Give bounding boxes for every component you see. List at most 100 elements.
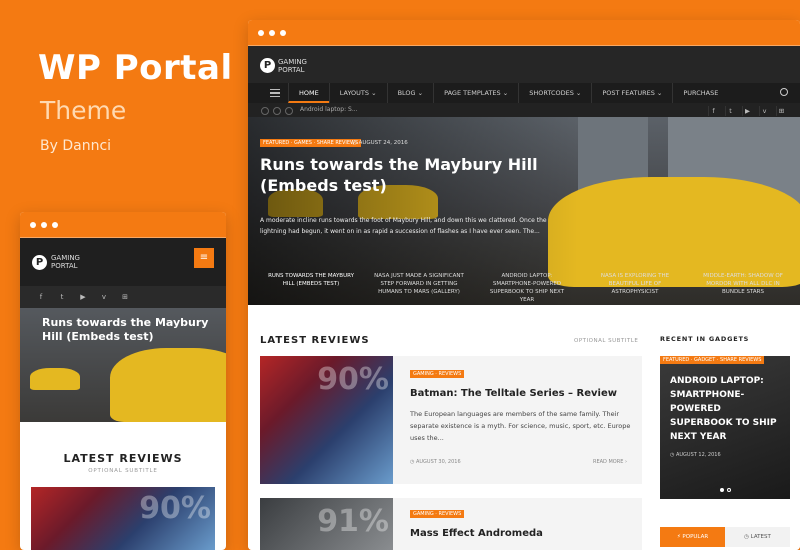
youtube-icon[interactable]: ▶ [77,291,89,303]
tab-popular[interactable]: ⚡ POPULAR [660,527,725,547]
slide-link[interactable]: RUNS TOWARDS THE MAYBURY HILL (EMBEDS TE… [266,272,356,288]
nav-label: PAGE TEMPLATES [444,89,501,97]
nav-item-purchase[interactable]: PURCHASE [672,83,728,103]
section-subtitle: OPTIONAL SUBTITLE [574,338,639,344]
twitter-icon[interactable]: t [725,106,735,116]
youtube-icon[interactable]: ▶ [742,106,752,116]
read-more-link[interactable]: READ MORE › [593,459,627,465]
carousel-dot[interactable] [727,488,731,492]
review-score: 90% [317,362,389,397]
nav-label: LAYOUTS [339,89,370,97]
nav-item-layouts[interactable]: LAYOUTS ⌄ [328,83,387,103]
twitter-icon[interactable]: t [56,291,68,303]
window-dot [258,29,264,36]
hero-taxi-image [548,177,800,287]
sidebar-title: RECENT IN GADGETS [660,335,750,343]
site-logo-icon[interactable]: P [260,58,275,73]
window-dot [269,29,275,36]
review-title[interactable]: Batman: The Telltale Series – Review [410,388,617,399]
hero-title[interactable]: Runs towards the Maybury Hill (Embeds te… [260,154,580,196]
mobile-hero[interactable]: Runs towards the Maybury Hill (Embeds te… [20,308,226,422]
carousel-dot[interactable] [720,488,724,492]
ticker-text[interactable]: Android laptop: S... [300,106,358,113]
hero-excerpt: A moderate incline runs towards the foot… [260,217,547,235]
site-logo-text[interactable]: GAMING PORTAL [278,58,307,74]
hero-taxi-image [110,348,226,422]
review-card[interactable]: 91% GAMING · REVIEWS Mass Effect Androme… [260,498,642,550]
browser-titlebar [248,20,800,46]
vimeo-icon[interactable]: v [759,106,769,116]
slide-link[interactable]: NASA JUST MADE A SIGNIFICANT STEP FORWAR… [374,272,464,296]
sidebar-card-title[interactable]: ANDROID LAPTOP: SMARTPHONE-POWERED SUPER… [670,374,780,444]
slide-link[interactable]: ANDROID LAPTOP: SMARTPHONE-POWERED SUPER… [482,272,572,304]
facebook-icon[interactable]: f [708,106,718,116]
search-icon[interactable] [780,88,788,96]
hero-date: ◷ AUGUST 24, 2016 [352,140,408,146]
review-date-text: AUGUST 30, 2016 [415,459,461,465]
review-title[interactable]: Mass Effect Andromeda [410,528,543,539]
review-thumbnail[interactable]: 90% [260,356,393,484]
mobile-section-subtitle: OPTIONAL SUBTITLE [88,468,158,474]
sidebar-date-text: AUGUST 12, 2016 [675,452,721,458]
section-title: LATEST REVIEWS [260,335,370,346]
review-thumbnail[interactable]: 91% [260,498,393,550]
promo-title: WP Portal [38,48,233,88]
facebook-icon[interactable]: f [35,291,47,303]
site-logo-icon[interactable]: P [32,255,47,270]
review-category-tag[interactable]: GAMING · REVIEWS [410,510,465,518]
mobile-browser-window: P GAMING PORTAL ≡ f t ▶ v ⊞ Runs towards… [20,212,226,550]
nav-label: BLOG [397,89,416,97]
ticker-next-icon[interactable] [285,107,293,115]
promo-subtitle: Theme [40,96,127,125]
grid-icon[interactable]: ⊞ [119,291,131,303]
nav-item-home[interactable]: HOME [288,83,329,103]
content-area: LATEST REVIEWS OPTIONAL SUBTITLE 90% GAM… [248,305,800,550]
ticker-pause-icon[interactable] [273,107,281,115]
main-navigation: HOME LAYOUTS ⌄ BLOG ⌄ PAGE TEMPLATES ⌄ S… [248,83,800,103]
vimeo-icon[interactable]: v [98,291,110,303]
logo-line-2: PORTAL [51,262,78,270]
hero-slider[interactable]: FEATURED · GAMES · SHARE REVIEWS ◷ AUGUS… [248,117,800,305]
review-score: 90% [139,491,211,526]
sidebar-tabs: ⚡ POPULAR ◷ LATEST [660,527,790,547]
review-category-tag[interactable]: GAMING · REVIEWS [410,370,465,378]
nav-item-shortcodes[interactable]: SHORTCODES ⌄ [518,83,591,103]
nav-item-post-features[interactable]: POST FEATURES ⌄ [591,83,672,103]
carousel-dots [720,488,731,492]
logo-line-2: PORTAL [278,66,305,74]
hero-taxi-image [30,368,80,390]
mobile-social-bar: f t ▶ v ⊞ [20,286,226,308]
nav-item-page-templates[interactable]: PAGE TEMPLATES ⌄ [433,83,518,103]
slide-link[interactable]: MIDDLE-EARTH: SHADOW OF MORDOR WITH ALL … [698,272,788,296]
ticker-prev-icon[interactable] [261,107,269,115]
review-card[interactable]: 90% GAMING · REVIEWS Batman: The Telltal… [260,356,642,484]
mobile-section-title: LATEST REVIEWS [63,452,183,465]
mobile-hero-title[interactable]: Runs towards the Maybury Hill (Embeds te… [42,316,220,344]
browser-titlebar [20,212,226,238]
desktop-browser-window: P GAMING PORTAL HOME LAYOUTS ⌄ BLOG ⌄ PA… [248,20,800,550]
mobile-menu-button[interactable]: ≡ [194,248,214,268]
window-dot [280,29,286,36]
grid-icon[interactable]: ⊞ [776,106,786,116]
logo-line-1: GAMING [278,58,307,66]
hamburger-menu-icon[interactable] [270,89,280,97]
hero-category-tag[interactable]: FEATURED · GAMES · SHARE REVIEWS [260,139,362,147]
sidebar-gadget-card[interactable]: FEATURED · GADGET · SHARE REVIEWS ANDROI… [660,356,790,499]
nav-label: SHORTCODES [529,89,574,97]
tab-latest[interactable]: ◷ LATEST [725,527,790,547]
window-dot [41,221,47,228]
logo-line-1: GAMING [51,254,80,262]
hero-date-text: AUGUST 24, 2016 [358,140,408,146]
sidebar-category-tag[interactable]: FEATURED · GADGET · SHARE REVIEWS [660,356,765,364]
sidebar-card-date: ◷ AUGUST 12, 2016 [670,452,721,458]
site-logo-text[interactable]: GAMING PORTAL [51,254,80,270]
nav-item-blog[interactable]: BLOG ⌄ [386,83,434,103]
mobile-review-thumbnail[interactable]: 90% [31,487,215,550]
review-excerpt: The European languages are members of th… [410,410,631,442]
mobile-header: P GAMING PORTAL ≡ [20,238,226,286]
window-dot [30,221,36,228]
slide-link[interactable]: NASA IS EXPLORING THE BEAUTIFUL LIFE OF … [590,272,680,296]
promo-author: By Dannci [40,138,112,154]
nav-label: POST FEATURES [602,89,655,97]
review-date: ◷ AUGUST 30, 2016 [410,459,461,465]
